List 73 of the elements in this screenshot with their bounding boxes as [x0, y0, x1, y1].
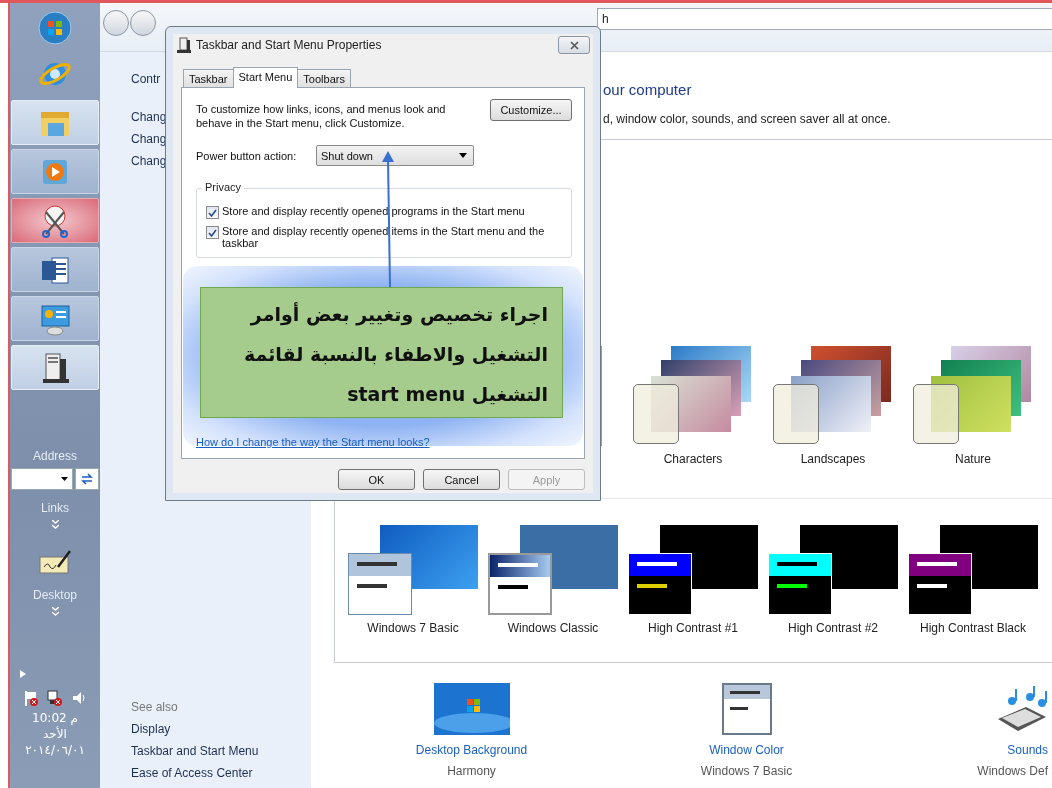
theme-preview-drawing[interactable] — [348, 525, 478, 615]
refresh-arrows-icon — [80, 473, 94, 485]
power-action-dropdown[interactable]: Shut down — [316, 145, 474, 166]
taskbar-button[interactable] — [11, 247, 99, 292]
setting-link[interactable]: Sounds — [1007, 743, 1048, 757]
tray-expand-icon — [20, 670, 26, 678]
sidebar-link[interactable]: Taskbar and Start Menu — [131, 744, 311, 758]
page-description: d, window color, sounds, and screen saver all at once. — [603, 112, 892, 126]
toolbar-label: Address — [33, 448, 77, 464]
signature-pad-icon — [38, 549, 72, 575]
network-alert-icon — [47, 690, 63, 706]
windows-logo-icon — [38, 11, 72, 45]
instruction-text: To customize how links, icons, and menus look and behave in the Start menu, click Customize. — [196, 102, 447, 130]
tab[interactable]: Start Menu — [232, 67, 299, 88]
setting-value: Harmony — [447, 764, 496, 778]
sidebar-link[interactable]: Display — [131, 722, 311, 736]
window-color-icon — [721, 683, 772, 735]
taskbar-button[interactable] — [11, 198, 99, 243]
clock-time: 10:02 م — [32, 710, 78, 726]
flag-alert-icon — [23, 690, 39, 706]
speaker-icon — [71, 690, 87, 706]
theme-label: High Contrast #2 — [787, 621, 878, 635]
close-button[interactable] — [558, 36, 590, 54]
theme-label: Landscapes — [800, 452, 866, 466]
theme-preview-drawing[interactable] — [768, 525, 898, 615]
theme-label: Nature — [955, 452, 991, 466]
theme-preview-drawing[interactable] — [633, 346, 753, 446]
dialog-button[interactable]: Cancel — [423, 469, 500, 490]
setting-value: Windows Def — [977, 764, 1048, 778]
help-link[interactable]: How do I change the way the Start menu looks? — [196, 436, 430, 448]
section-label: See also — [131, 700, 179, 714]
theme-preview-drawing[interactable] — [908, 525, 1038, 615]
checkmark-icon — [208, 228, 217, 237]
customize-button[interactable]: Customize... — [490, 99, 572, 121]
checkbox[interactable] — [206, 206, 219, 219]
checkmark-icon — [208, 208, 217, 217]
tab[interactable]: Toolbars — [297, 69, 351, 87]
theme-label: Windows Classic — [507, 621, 599, 635]
checkbox[interactable] — [206, 226, 219, 239]
taskbar-properties-icon — [176, 37, 192, 53]
chevron-down-icon — [51, 607, 59, 616]
window-title: Taskbar and Start Menu Properties — [196, 38, 383, 52]
dropdown-caret-icon — [61, 477, 68, 481]
theme-label: High Contrast Black — [919, 621, 1026, 635]
toolbar-label: Links — [41, 500, 69, 516]
dialog-button[interactable]: OK — [338, 469, 415, 490]
checkbox-label: Store and display recently opened programs in the Start menu — [222, 205, 525, 217]
address-field[interactable] — [11, 468, 73, 490]
tab[interactable]: Taskbar — [183, 69, 234, 87]
theme-preview-drawing[interactable] — [773, 346, 893, 446]
theme-label: Characters — [663, 452, 723, 466]
close-icon — [569, 40, 579, 50]
setting-link[interactable]: Desktop Background — [415, 743, 528, 757]
checkbox-label: Store and display recently opened items in the Start menu and the taskbar — [222, 225, 546, 249]
theme-label: Windows 7 Basic — [367, 621, 459, 635]
dropdown-caret-icon — [459, 153, 467, 158]
field-label: Power button action: — [196, 149, 298, 162]
theme-preview-drawing[interactable] — [628, 525, 758, 615]
callout-note: اجراء تخصيص وتغيير بعض أوامر التشغيل والاطفاء بالنسبة لقائمة التشغيل start menu — [200, 287, 563, 418]
chevron-down-icon — [51, 520, 59, 529]
toolbar-label: Desktop — [33, 587, 77, 603]
desktop-background-icon — [433, 683, 510, 735]
setting-link[interactable]: Window Color — [709, 743, 784, 757]
theme-label: High Contrast #1 — [647, 621, 738, 635]
group-title: Privacy — [202, 181, 245, 193]
go-button[interactable] — [75, 468, 99, 490]
setting-value: Windows 7 Basic — [700, 764, 793, 778]
clock-date: ٢٠١٤/٠٦/٠١ — [25, 742, 85, 758]
theme-preview-drawing[interactable] — [488, 525, 618, 615]
clock-day: الأحد — [43, 726, 67, 742]
page-heading: our computer — [603, 81, 693, 98]
address-bar[interactable]: h — [597, 8, 1052, 30]
sidebar-link[interactable]: Ease of Access Center — [131, 766, 311, 780]
